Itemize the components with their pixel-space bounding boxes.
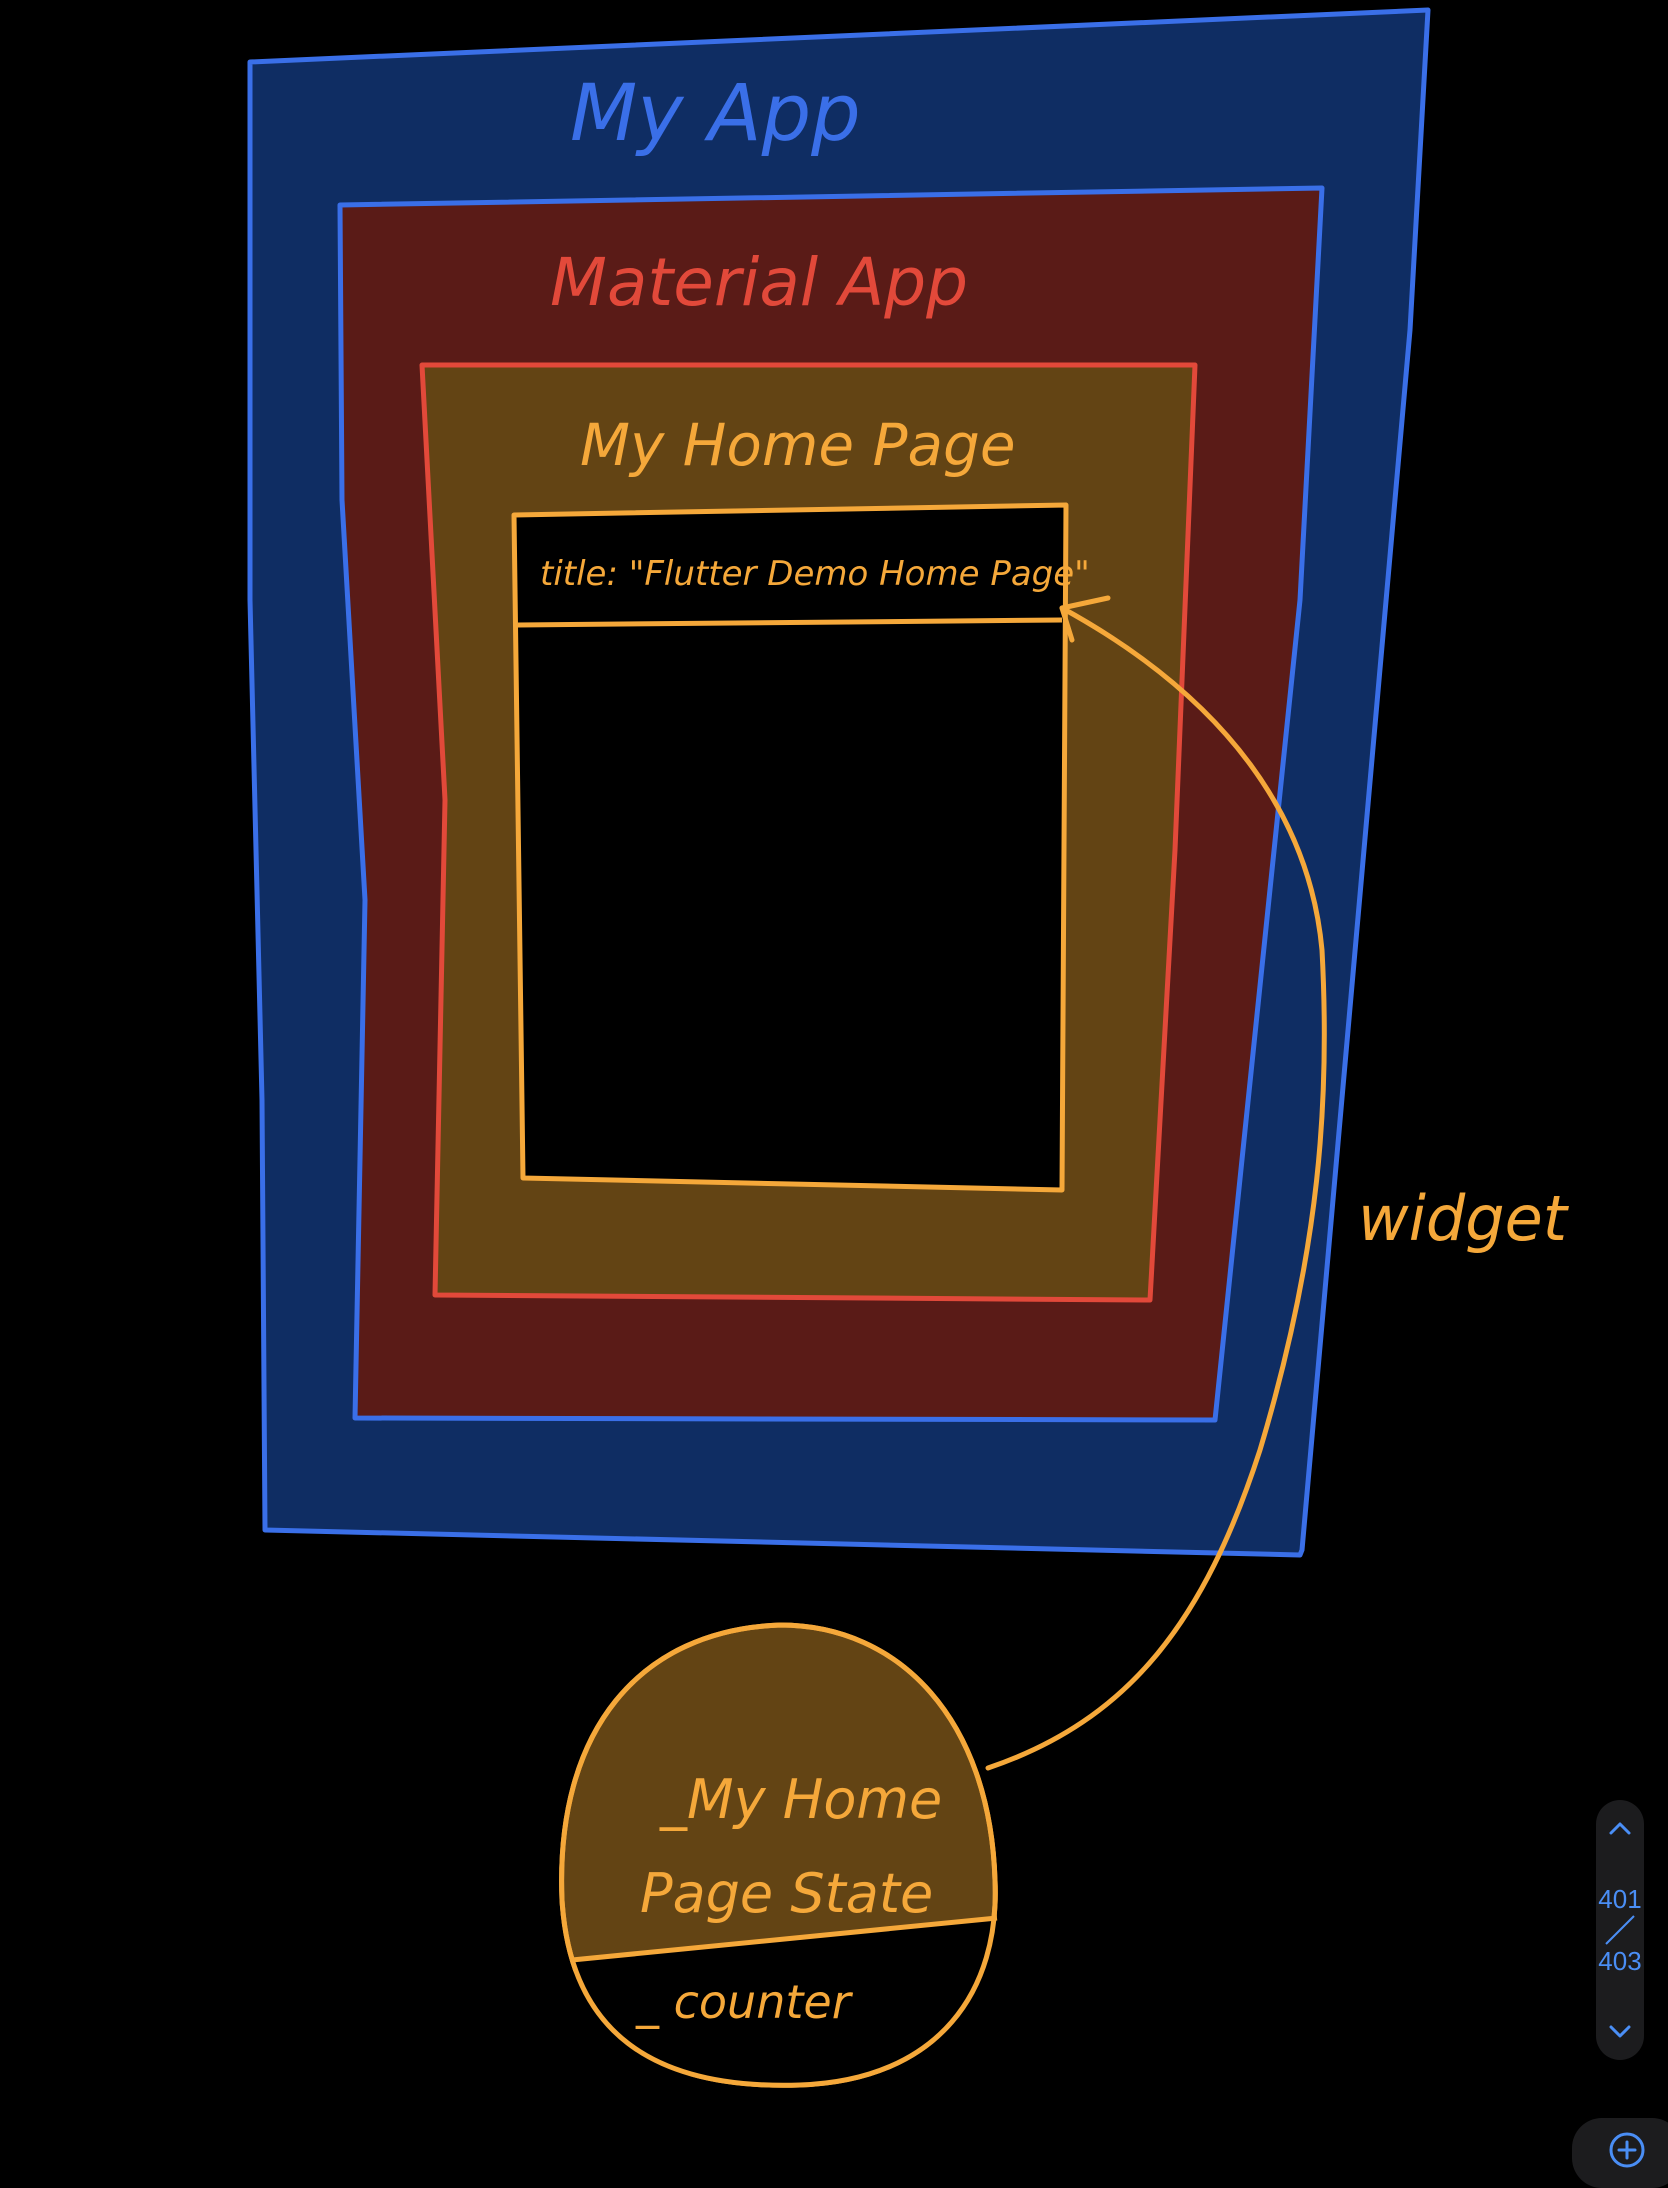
- current-page: 401: [1598, 1884, 1642, 1914]
- widget-label: widget: [1358, 1182, 1570, 1255]
- total-pages: 403: [1598, 1946, 1642, 1976]
- page-navigator: 401 403: [1596, 1800, 1644, 2060]
- diagram-canvas: My App Material App My Home Page title: …: [247, 7, 1570, 2088]
- zoom-in-icon: [1609, 2132, 1645, 2168]
- my-app-label: My App: [570, 69, 861, 159]
- title-field-label: title: "Flutter Demo Home Page": [540, 554, 1090, 594]
- page-up-button[interactable]: [1608, 1816, 1632, 1840]
- screen-box: [511, 502, 1069, 1193]
- chevron-up-icon: [1609, 1822, 1631, 1835]
- page-counter: 401 403: [1598, 1886, 1641, 1974]
- state-label-line2: Page State: [640, 1862, 933, 1925]
- slash-divider: [1605, 1915, 1635, 1945]
- zoom-in-button[interactable]: [1572, 2118, 1668, 2188]
- state-label-line1: _My Home: [659, 1768, 942, 1831]
- counter-label: _ counter: [635, 1975, 854, 2029]
- material-app-label: Material App: [550, 244, 968, 321]
- my-home-page-label: My Home Page: [580, 411, 1016, 479]
- chevron-down-icon: [1609, 2025, 1631, 2038]
- page-down-button[interactable]: [1608, 2020, 1632, 2044]
